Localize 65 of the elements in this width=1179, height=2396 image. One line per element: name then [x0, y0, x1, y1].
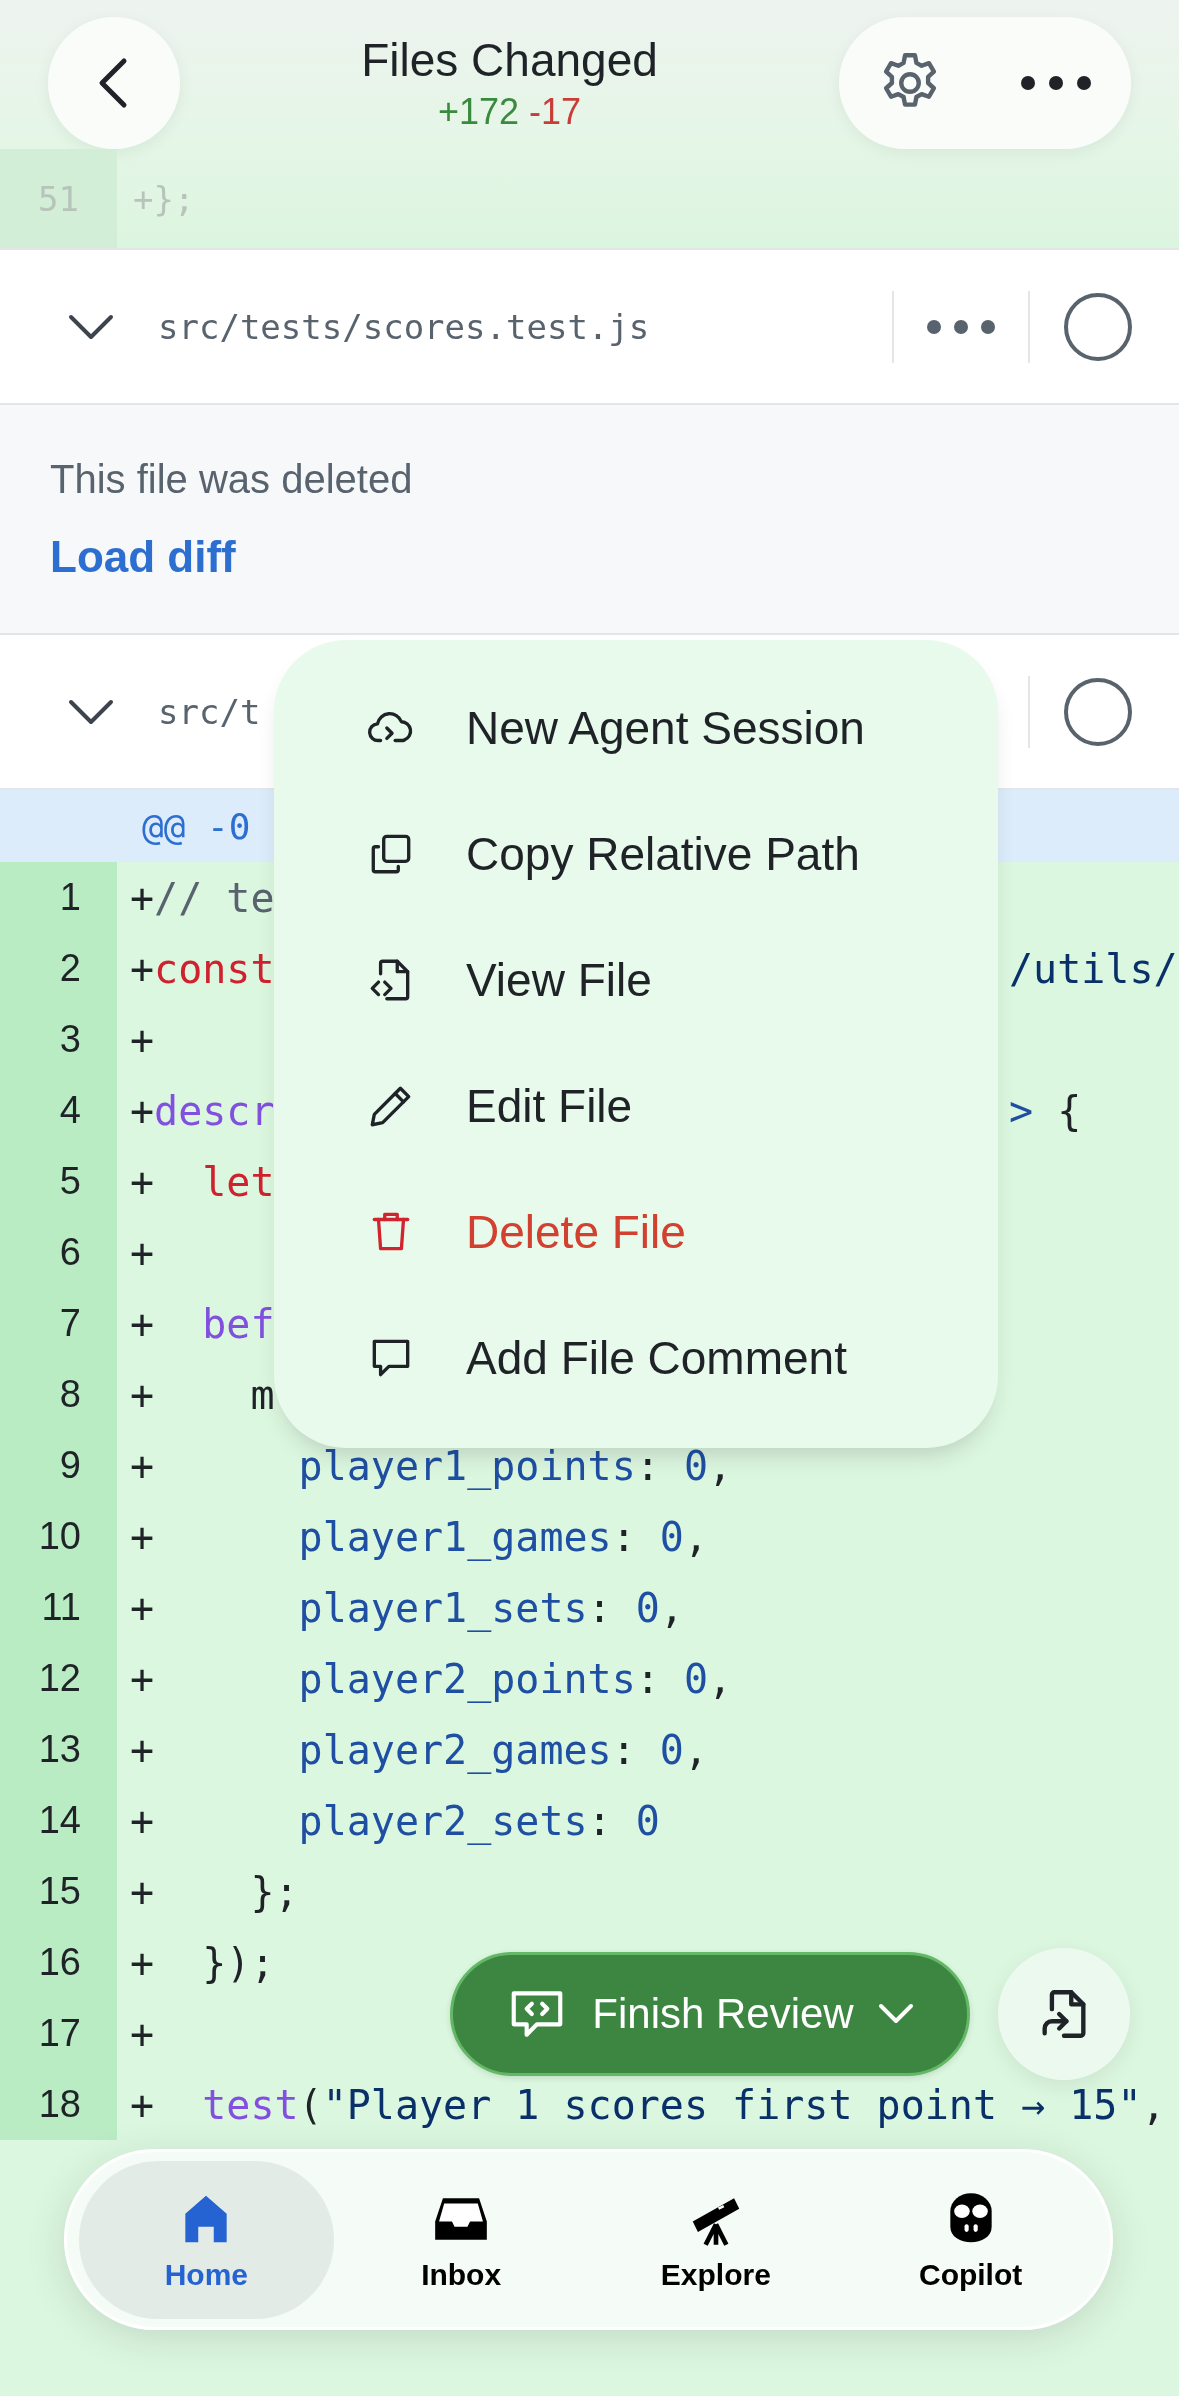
code-fragment: /utils/ [1009, 945, 1178, 992]
code-line: +descr [130, 1087, 275, 1134]
tab-item[interactable]: Home [79, 2160, 334, 2319]
viewed-checkbox[interactable] [1062, 675, 1134, 748]
code-line: + let [130, 1158, 275, 1205]
line-number: 5 [0, 1146, 117, 1217]
line-number: 1 [0, 862, 117, 933]
line-number: 6 [0, 1217, 117, 1288]
code-line: + player1_games: 0, [130, 1513, 708, 1560]
code-line: +// te [130, 874, 275, 921]
line-number: 8 [0, 1359, 117, 1430]
file-path: src/t [158, 691, 261, 732]
code-line: + [130, 1229, 155, 1276]
tab-item[interactable]: Copilot [843, 2160, 1098, 2319]
line-number: 2 [0, 933, 117, 1004]
menu-item[interactable]: New Agent Session [274, 665, 998, 791]
menu-item[interactable]: View File [274, 917, 998, 1043]
line-number: 9 [0, 1430, 117, 1501]
code-line: + test("Player 1 scores first point → 15", [130, 2081, 1166, 2128]
file-header[interactable]: src/tests/scores.test.js [0, 250, 1179, 405]
menu-item[interactable]: Delete File [274, 1169, 998, 1295]
code-line: + }); [130, 1939, 275, 1986]
more-icon[interactable] [926, 318, 996, 335]
file-path: src/tests/scores.test.js [158, 306, 650, 347]
code-line: + [130, 1016, 155, 1063]
chevron-down-icon [877, 2003, 914, 2025]
menu-item[interactable]: Add File Comment [274, 1295, 998, 1421]
code-fragment: > { [1009, 1087, 1082, 1134]
code-line: + player2_sets: 0 [130, 1797, 660, 1844]
chevron-down-icon[interactable] [68, 698, 114, 725]
finish-review-button[interactable]: Finish Review [450, 1952, 970, 2076]
line-number: 11 [0, 1572, 117, 1643]
code-line: + }; [130, 1868, 299, 1915]
line-number: 3 [0, 1004, 117, 1075]
code-line: + [130, 2010, 155, 2057]
code-line: +}; [132, 178, 195, 219]
line-number: 4 [0, 1075, 117, 1146]
line-number: 18 [0, 2069, 117, 2140]
code-line: + bef [130, 1300, 275, 1347]
line-number: 15 [0, 1856, 117, 1927]
line-number: 10 [0, 1501, 117, 1572]
menu-item[interactable]: Edit File [274, 1043, 998, 1169]
line-number: 13 [0, 1714, 117, 1785]
tab-item[interactable]: Explore [588, 2160, 844, 2319]
code-line: +const [130, 945, 275, 992]
line-number: 17 [0, 1998, 117, 2069]
tab-item[interactable]: Inbox [333, 2160, 589, 2319]
line-number: 7 [0, 1288, 117, 1359]
viewed-checkbox[interactable] [1062, 290, 1134, 363]
code-line: + m [130, 1371, 275, 1418]
hunk-header: @@ -0 [142, 805, 251, 847]
code-line: + player2_points: 0, [130, 1655, 733, 1702]
chevron-down-icon[interactable] [68, 313, 114, 340]
screen-title: Files Changed [361, 33, 658, 87]
line-number: 12 [0, 1643, 117, 1714]
code-line: + player1_points: 0, [130, 1442, 733, 1489]
deletions-count: -17 [529, 91, 582, 133]
code-line: + player1_sets: 0, [130, 1584, 684, 1631]
line-number: 14 [0, 1785, 117, 1856]
code-line: + player2_games: 0, [130, 1726, 708, 1773]
menu-item[interactable]: Copy Relative Path [274, 791, 998, 917]
deleted-notice: This file was deleted [50, 456, 414, 502]
line-number: 16 [0, 1927, 117, 1998]
load-diff-link[interactable]: Load diff [50, 531, 236, 582]
additions-count: +172 [437, 91, 520, 133]
